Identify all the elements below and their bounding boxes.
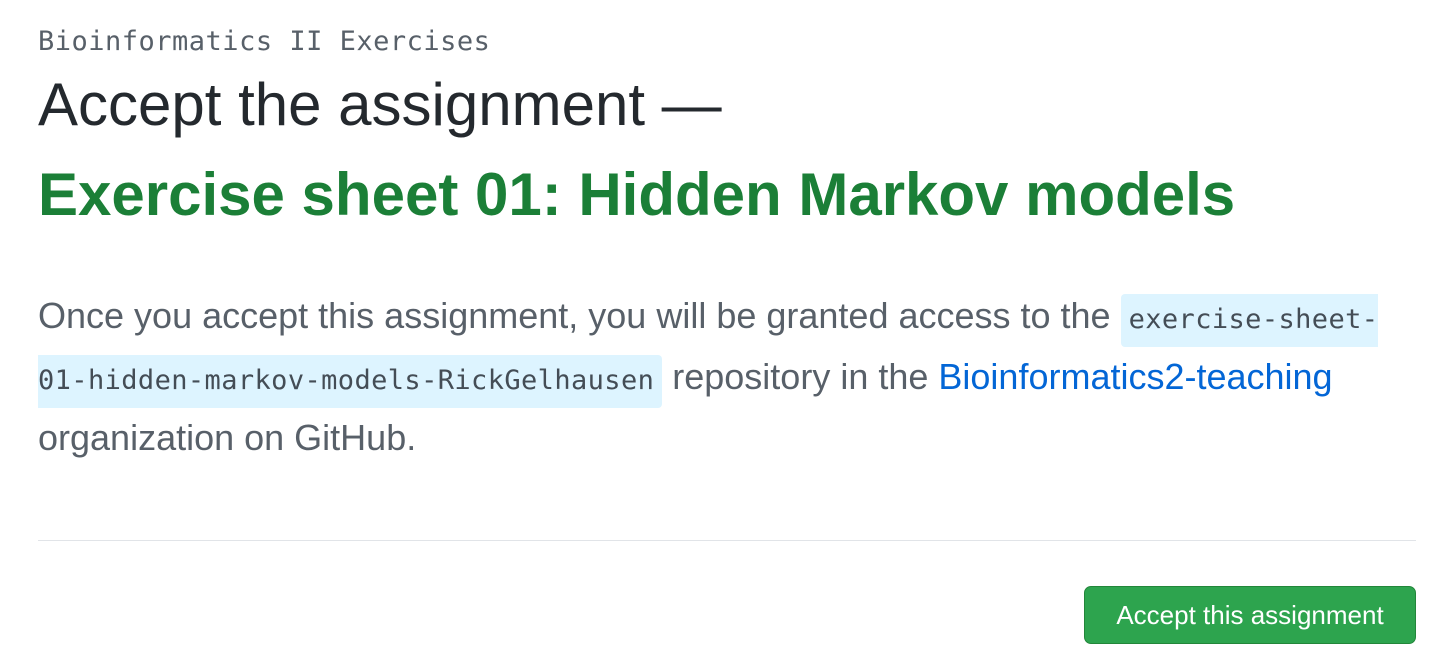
- page-heading: Accept the assignment —: [38, 71, 722, 138]
- organization-link[interactable]: Bioinformatics2-teaching: [938, 356, 1332, 397]
- description-intro: Once you accept this assignment, you wil…: [38, 295, 1121, 336]
- description-middle: repository in the: [662, 356, 939, 397]
- divider: [38, 540, 1416, 541]
- assignment-title: Exercise sheet 01: Hidden Markov models: [38, 161, 1236, 228]
- description-outro: organization on GitHub.: [38, 417, 417, 458]
- course-name: Bioinformatics II Exercises: [38, 26, 491, 57]
- assignment-description: Once you accept this assignment, you wil…: [38, 287, 1418, 466]
- assignment-accept-page: Bioinformatics II Exercises Accept the a…: [0, 0, 1452, 662]
- accept-assignment-button[interactable]: Accept this assignment: [1084, 586, 1416, 644]
